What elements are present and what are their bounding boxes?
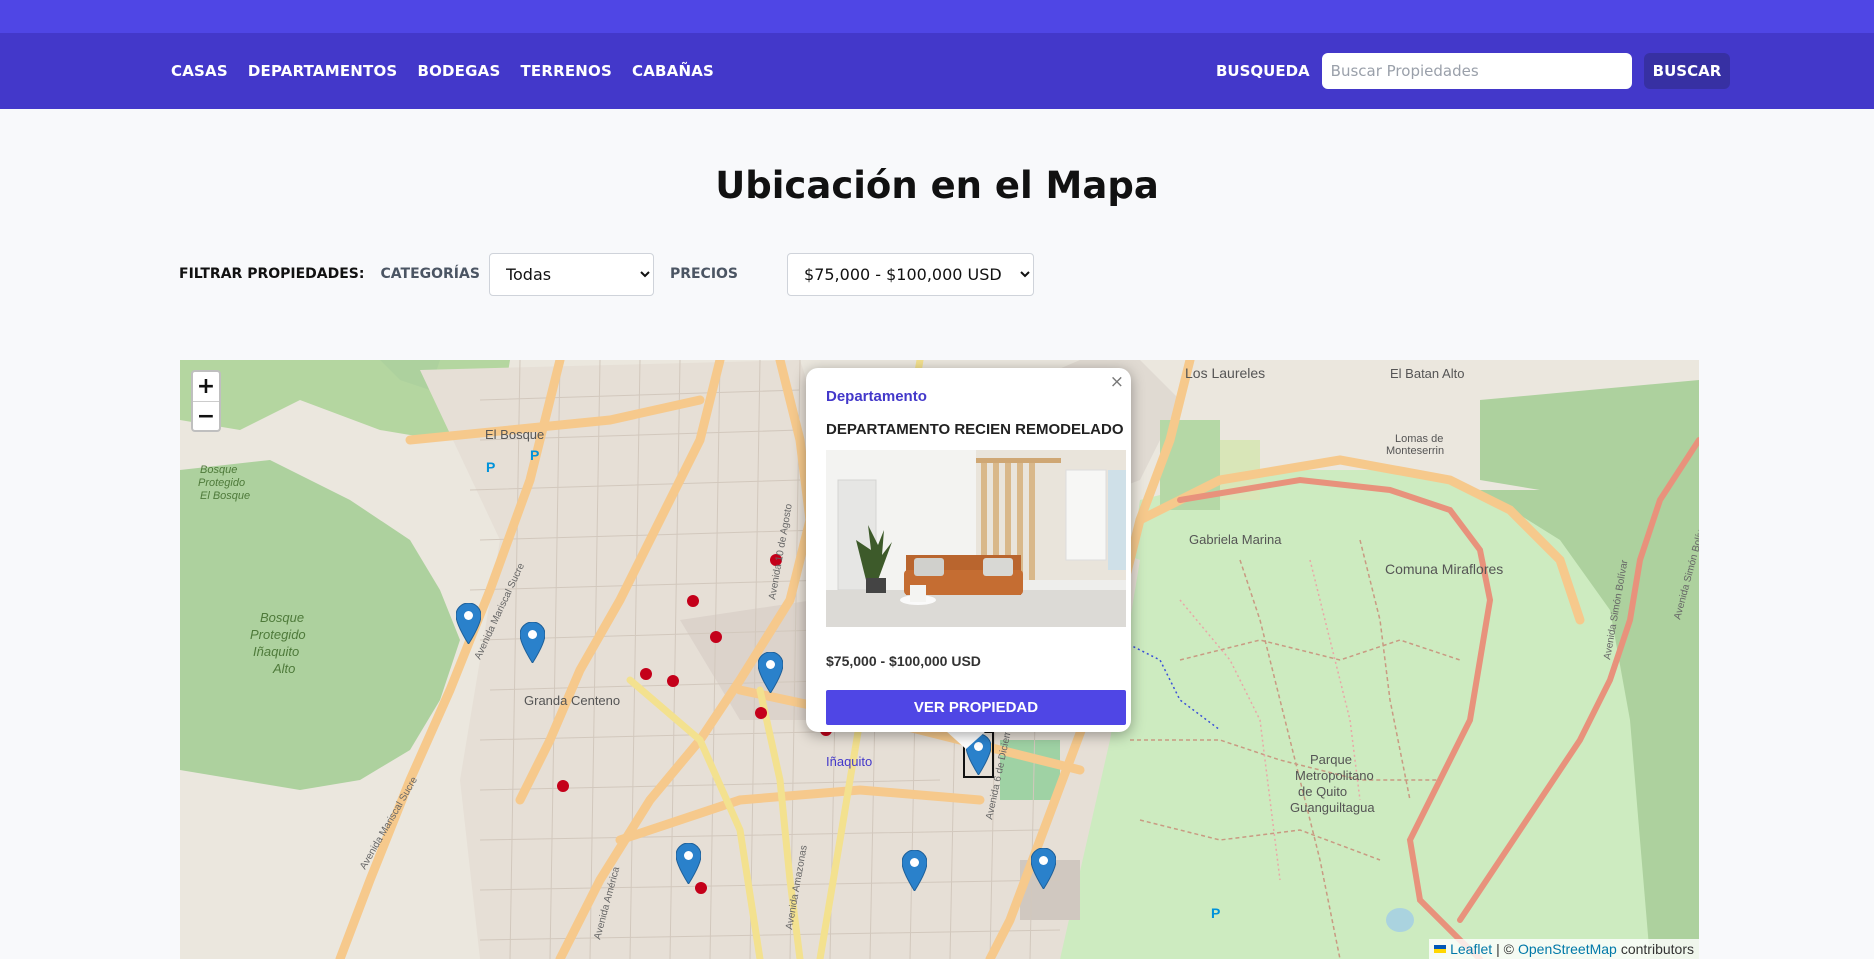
svg-text:Iñaquito: Iñaquito bbox=[826, 754, 872, 769]
property-marker-1[interactable] bbox=[456, 603, 481, 644]
osm-link[interactable]: OpenStreetMap bbox=[1518, 941, 1617, 957]
svg-text:Los Laureles: Los Laureles bbox=[1185, 365, 1265, 381]
zoom-out-button[interactable]: − bbox=[193, 401, 219, 430]
nav-link-bodegas[interactable]: BODEGAS bbox=[417, 62, 500, 80]
svg-text:Alto: Alto bbox=[272, 661, 295, 676]
search-area: BUSQUEDA BUSCAR bbox=[1216, 33, 1731, 109]
price-select[interactable]: $75,000 - $100,000 USD bbox=[787, 252, 1035, 296]
attribution-separator: | © bbox=[1496, 941, 1514, 957]
popup-tip bbox=[946, 731, 986, 749]
popup-close-button[interactable]: × bbox=[1110, 372, 1124, 392]
search-button[interactable]: BUSCAR bbox=[1643, 53, 1731, 89]
popup-category: Departamento bbox=[826, 388, 927, 405]
page-title: Ubicación en el Mapa bbox=[715, 164, 1159, 207]
property-marker-2[interactable] bbox=[520, 622, 545, 663]
top-accent-strip bbox=[0, 0, 1874, 33]
price-label: PRECIOS bbox=[669, 266, 739, 282]
property-map[interactable]: P P P Los Laureles El Batan Alto El Bosque… bbox=[180, 360, 1699, 959]
filter-bar: FILTRAR PROPIEDADES: CATEGORÍAS Todas PR… bbox=[179, 252, 1035, 296]
search-input[interactable] bbox=[1321, 53, 1632, 89]
leaflet-link[interactable]: Leaflet bbox=[1450, 941, 1492, 957]
svg-text:Guanguiltagua: Guanguiltagua bbox=[1290, 800, 1375, 815]
svg-text:P: P bbox=[1211, 905, 1220, 921]
svg-text:Bosque: Bosque bbox=[260, 610, 304, 625]
svg-text:Bosque: Bosque bbox=[200, 464, 237, 476]
category-nav: CASAS DEPARTAMENTOS BODEGAS TERRENOS CAB… bbox=[171, 33, 714, 109]
svg-text:Protegido: Protegido bbox=[198, 477, 245, 489]
svg-text:El Bosque: El Bosque bbox=[485, 427, 544, 442]
attribution-suffix: contributors bbox=[1620, 941, 1694, 957]
category-label: CATEGORÍAS bbox=[380, 266, 480, 282]
svg-text:P: P bbox=[486, 459, 495, 475]
property-popup: × Departamento DEPARTAMENTO RECIEN REMOD… bbox=[806, 368, 1131, 732]
zoom-control: + − bbox=[191, 370, 221, 432]
svg-text:P: P bbox=[530, 447, 539, 463]
svg-text:Monteserrin: Monteserrin bbox=[1386, 445, 1444, 457]
main-navbar: CASAS DEPARTAMENTOS BODEGAS TERRENOS CAB… bbox=[0, 33, 1874, 109]
svg-text:Parque: Parque bbox=[1310, 752, 1352, 767]
svg-text:Gabriela Marina: Gabriela Marina bbox=[1189, 532, 1282, 547]
nav-link-terrenos[interactable]: TERRENOS bbox=[520, 62, 612, 80]
svg-text:Iñaquito: Iñaquito bbox=[253, 644, 299, 659]
property-marker-6[interactable] bbox=[1031, 848, 1056, 889]
svg-text:de Quito: de Quito bbox=[1298, 784, 1347, 799]
map-attribution: Leaflet | © OpenStreetMap contributors bbox=[1429, 939, 1699, 959]
svg-text:Granda Centeno: Granda Centeno bbox=[524, 693, 620, 708]
nav-link-casas[interactable]: CASAS bbox=[171, 62, 228, 80]
property-marker-4[interactable] bbox=[676, 843, 701, 884]
svg-text:El Batan Alto: El Batan Alto bbox=[1390, 366, 1464, 381]
popup-property-name: DEPARTAMENTO RECIEN REMODELADO bbox=[826, 421, 1124, 438]
filter-label: FILTRAR PROPIEDADES: bbox=[179, 266, 365, 282]
svg-text:Protegido: Protegido bbox=[250, 627, 306, 642]
property-marker-5[interactable] bbox=[902, 850, 927, 891]
view-property-button[interactable]: VER PROPIEDAD bbox=[826, 690, 1126, 725]
svg-text:Comuna Miraflores: Comuna Miraflores bbox=[1385, 561, 1503, 577]
property-marker-3[interactable] bbox=[758, 652, 783, 693]
svg-text:Lomas de: Lomas de bbox=[1395, 433, 1443, 445]
search-label: BUSQUEDA bbox=[1216, 62, 1310, 80]
svg-text:Metropolitano: Metropolitano bbox=[1295, 768, 1374, 783]
ukraine-flag-icon bbox=[1434, 945, 1447, 953]
zoom-in-button[interactable]: + bbox=[193, 372, 219, 401]
nav-link-departamentos[interactable]: DEPARTAMENTOS bbox=[248, 62, 398, 80]
popup-property-image bbox=[826, 450, 1126, 627]
svg-text:El Bosque: El Bosque bbox=[200, 490, 250, 502]
category-select[interactable]: Todas bbox=[488, 252, 654, 296]
nav-link-cabanas[interactable]: CABAÑAS bbox=[632, 62, 714, 80]
popup-price: $75,000 - $100,000 USD bbox=[826, 653, 981, 669]
